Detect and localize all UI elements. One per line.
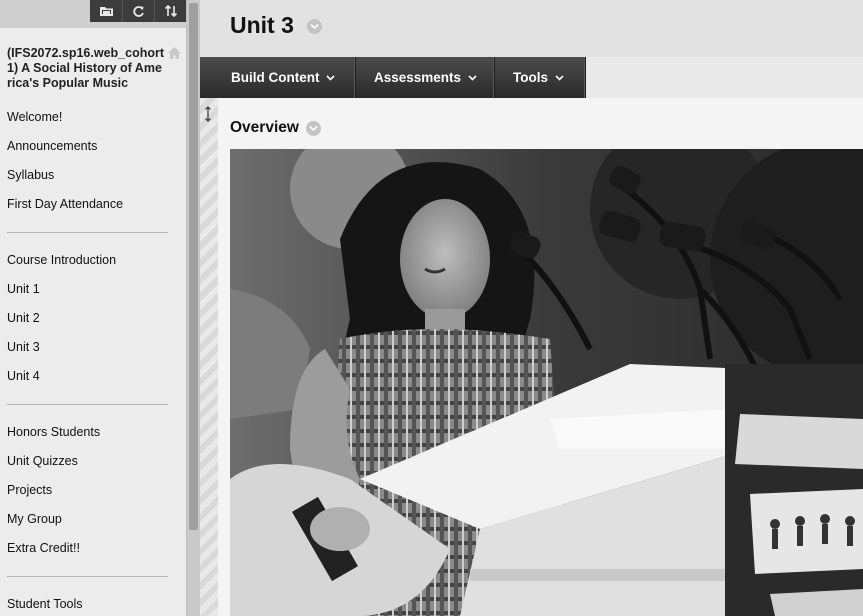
sidebar-item-honors-students[interactable]: Honors Students bbox=[0, 418, 186, 447]
course-menu-sidebar: (IFS2072.sp16.web_cohort1) A Social Hist… bbox=[0, 0, 186, 616]
build-content-label: Build Content bbox=[231, 70, 320, 85]
action-bar-spacer bbox=[586, 57, 863, 98]
sort-icon[interactable] bbox=[154, 0, 186, 22]
assessments-button[interactable]: Assessments bbox=[356, 57, 495, 98]
sidebar-item-projects[interactable]: Projects bbox=[0, 476, 186, 505]
menu-divider bbox=[7, 404, 168, 405]
home-icon[interactable] bbox=[167, 46, 182, 64]
content-photo bbox=[230, 149, 863, 616]
menu-section-2: Course Introduction Unit 1 Unit 2 Unit 3… bbox=[0, 246, 186, 391]
sidebar-item-course-introduction[interactable]: Course Introduction bbox=[0, 246, 186, 275]
photo-illustration bbox=[230, 149, 863, 616]
sidebar-item-welcome[interactable]: Welcome! bbox=[0, 103, 186, 132]
menu-section-3: Honors Students Unit Quizzes Projects My… bbox=[0, 418, 186, 563]
reorder-strip[interactable] bbox=[200, 98, 218, 616]
sidebar-item-syllabus[interactable]: Syllabus bbox=[0, 161, 186, 190]
sidebar-item-first-day-attendance[interactable]: First Day Attendance bbox=[0, 190, 186, 219]
refresh-icon[interactable] bbox=[122, 0, 154, 22]
tools-label: Tools bbox=[513, 70, 548, 85]
tools-button[interactable]: Tools bbox=[495, 57, 586, 98]
menu-divider bbox=[7, 576, 168, 577]
sidebar-item-unit-1[interactable]: Unit 1 bbox=[0, 275, 186, 304]
sidebar-item-announcements[interactable]: Announcements bbox=[0, 132, 186, 161]
content-area: Unit 3 Build Content Assessments Tools O… bbox=[200, 0, 863, 616]
folder-icon[interactable] bbox=[90, 0, 122, 22]
sidebar-toolbar bbox=[0, 0, 186, 28]
action-bar: Build Content Assessments Tools bbox=[200, 57, 863, 98]
sidebar-scrollbar[interactable] bbox=[186, 0, 200, 616]
sidebar-item-unit-4[interactable]: Unit 4 bbox=[0, 362, 186, 391]
chevron-down-icon[interactable] bbox=[306, 121, 321, 136]
content-item-title[interactable]: Overview bbox=[230, 119, 299, 137]
chevron-down-icon bbox=[555, 74, 564, 81]
menu-section-4: Student Tools bbox=[0, 590, 186, 616]
menu-divider bbox=[7, 232, 168, 233]
menu-section-1: Welcome! Announcements Syllabus First Da… bbox=[0, 103, 186, 219]
course-title-text: (IFS2072.sp16.web_cohort1) A Social Hist… bbox=[7, 46, 165, 90]
chevron-down-icon bbox=[326, 74, 336, 81]
sidebar-item-unit-2[interactable]: Unit 2 bbox=[0, 304, 186, 333]
scrollbar-thumb[interactable] bbox=[189, 3, 198, 530]
chevron-down-icon[interactable] bbox=[307, 19, 322, 34]
course-title[interactable]: (IFS2072.sp16.web_cohort1) A Social Hist… bbox=[0, 28, 186, 91]
page-header: Unit 3 bbox=[200, 0, 863, 57]
page-title: Unit 3 bbox=[230, 12, 294, 38]
sidebar-item-unit-3[interactable]: Unit 3 bbox=[0, 333, 186, 362]
sidebar-item-my-group[interactable]: My Group bbox=[0, 505, 186, 534]
sidebar-item-student-tools[interactable]: Student Tools bbox=[0, 590, 186, 616]
build-content-button[interactable]: Build Content bbox=[200, 57, 356, 98]
chevron-down-icon bbox=[468, 74, 477, 81]
assessments-label: Assessments bbox=[374, 70, 462, 85]
sidebar-item-extra-credit[interactable]: Extra Credit!! bbox=[0, 534, 186, 563]
sidebar-item-unit-quizzes[interactable]: Unit Quizzes bbox=[0, 447, 186, 476]
reorder-handle-icon[interactable] bbox=[204, 106, 212, 125]
